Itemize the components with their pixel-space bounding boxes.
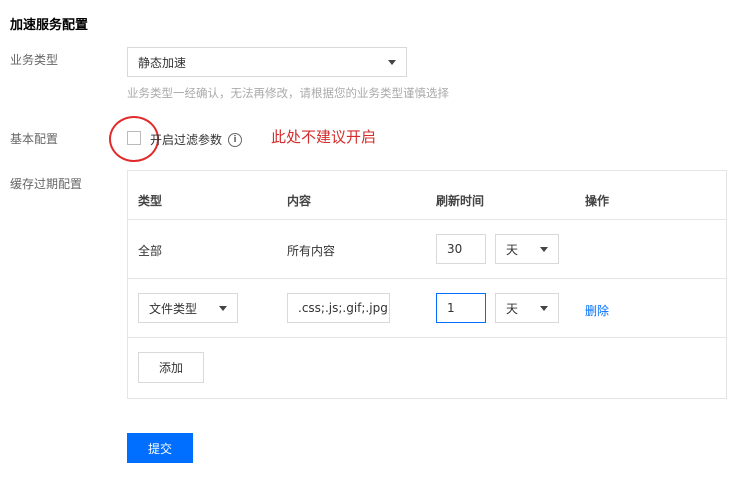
row2-unit-select[interactable]: 天 — [495, 293, 559, 323]
header-type: 类型 — [138, 194, 163, 208]
business-type-hint: 业务类型一经确认，无法再修改，请根据您的业务类型谨慎选择 — [127, 86, 449, 100]
row1-unit-value: 天 — [506, 242, 519, 257]
table-divider — [128, 278, 726, 279]
business-type-select[interactable]: 静态加速 — [127, 47, 407, 77]
row1-unit-select[interactable]: 天 — [495, 234, 559, 264]
annotation-text: 此处不建议开启 — [271, 128, 377, 146]
row2-unit-value: 天 — [506, 301, 519, 316]
row1-type: 全部 — [138, 244, 163, 258]
chevron-down-icon — [540, 305, 548, 311]
filter-params-label[interactable]: 开启过滤参数 — [150, 131, 222, 148]
submit-button[interactable]: 提交 — [127, 433, 193, 463]
cache-config-table — [127, 170, 727, 399]
header-content: 内容 — [287, 194, 312, 208]
chevron-down-icon — [219, 305, 227, 311]
row2-content-input[interactable]: .css;.js;.gif;.jpg; — [287, 293, 390, 323]
business-type-label: 业务类型 — [10, 53, 59, 67]
table-divider — [128, 337, 726, 338]
header-action: 操作 — [585, 194, 610, 208]
filter-params-checkbox[interactable] — [127, 131, 141, 145]
add-button[interactable]: 添加 — [138, 352, 204, 383]
delete-link[interactable]: 删除 — [585, 302, 609, 319]
chevron-down-icon — [388, 59, 396, 65]
info-icon[interactable]: i — [228, 133, 242, 147]
header-refresh-time: 刷新时间 — [436, 194, 485, 208]
cache-config-label: 缓存过期配置 — [10, 177, 83, 191]
table-divider — [128, 219, 726, 220]
page-title: 加速服务配置 — [10, 18, 89, 33]
row2-time-input[interactable]: 1 — [436, 293, 486, 323]
basic-config-label: 基本配置 — [10, 132, 59, 146]
row1-time-input[interactable]: 30 — [436, 234, 486, 264]
row2-type-select[interactable]: 文件类型 — [138, 293, 238, 323]
row2-type-value: 文件类型 — [149, 301, 198, 316]
row1-content: 所有内容 — [287, 244, 336, 258]
chevron-down-icon — [540, 246, 548, 252]
business-type-value: 静态加速 — [138, 55, 187, 70]
